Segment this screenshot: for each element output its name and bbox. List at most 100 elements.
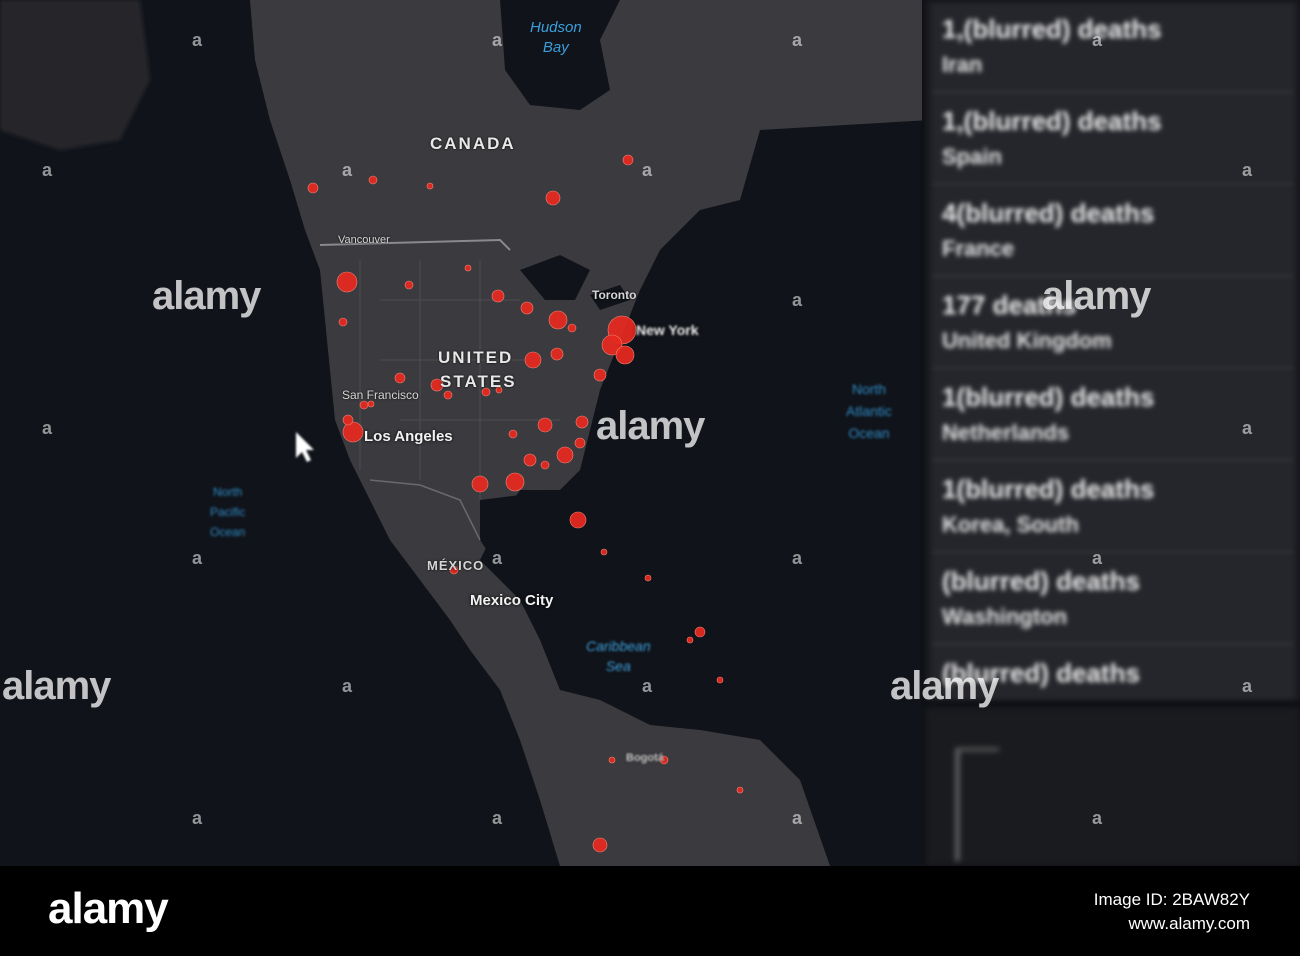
list-item[interactable]: 1(blurred) deaths Netherlands [932,372,1294,462]
toronto-label: Toronto [592,288,637,302]
watermark-mark: a [192,30,203,50]
watermark-mark: a [792,548,803,568]
case-hotspot[interactable] [443,390,453,400]
watermark-mark: a [1242,676,1253,696]
case-hotspot[interactable] [359,400,369,410]
north-atlantic-label: North Atlantic Ocean [846,381,892,441]
watermark-mark: a [642,676,653,696]
case-hotspot[interactable] [694,626,706,638]
list-item-name: Spain [942,144,1002,169]
san-francisco-label: San Francisco [342,388,419,402]
case-hotspot[interactable] [575,415,589,429]
watermark-mark: a [1242,160,1253,180]
footer-logo: alamy [48,884,169,933]
case-hotspot[interactable] [404,280,414,290]
case-hotspot[interactable] [556,446,574,464]
case-hotspot[interactable] [569,511,587,529]
case-hotspot[interactable] [505,472,525,492]
case-hotspot[interactable] [622,154,634,166]
new-york-label: New York [636,322,699,338]
case-hotspot[interactable] [336,271,358,293]
case-hotspot[interactable] [615,345,635,365]
watermark-logo: alamy [890,664,999,708]
case-hotspot[interactable] [540,460,550,470]
watermark-mark: a [792,30,803,50]
chart-axis [956,748,999,861]
case-hotspot[interactable] [394,372,406,384]
list-item[interactable]: 1,(blurred) deaths Spain [932,96,1294,186]
watermark-mark: a [1092,808,1103,828]
watermark-mark: a [492,548,503,568]
caribbean-sea-label: Caribbean Sea [586,638,651,674]
case-hotspot[interactable] [686,636,694,644]
case-hotspot[interactable] [593,368,607,382]
map-panel[interactable]: Hudson Bay CANADA Vancouver Toronto New Y… [0,0,922,866]
watermark-mark: a [192,548,203,568]
list-item-name: Netherlands [942,420,1070,445]
case-hotspot[interactable] [520,301,534,315]
case-hotspot[interactable] [567,323,577,333]
watermark-logo: alamy [152,274,261,318]
north-pacific-label: North Pacific Ocean [210,485,246,539]
case-hotspot[interactable] [600,548,608,556]
list-item[interactable]: 4(blurred) deaths France [932,188,1294,278]
canada-label: CANADA [430,134,516,153]
footer-image-id: Image ID: 2BAW82Y [1093,890,1250,909]
list-item-count: (blurred) deaths [942,566,1140,596]
watermark-mark: a [1092,30,1103,50]
case-hotspot[interactable] [592,837,608,853]
case-hotspot[interactable] [608,756,616,764]
case-hotspot[interactable] [716,676,724,684]
stats-list-panel[interactable]: 1,(blurred) deaths Iran 1,(blurred) deaths… [926,0,1300,700]
case-hotspot[interactable] [574,437,586,449]
footer-bar [0,866,1300,956]
list-item-count: 1(blurred) deaths [942,474,1155,504]
watermark-mark: a [42,160,53,180]
watermark-mark: a [492,30,503,50]
case-hotspot[interactable] [545,190,561,206]
list-item-count: 1,(blurred) deaths [942,14,1162,44]
case-hotspot[interactable] [471,475,489,493]
list-item-name: France [942,236,1015,261]
case-hotspot[interactable] [550,347,564,361]
list-item[interactable]: (blurred) deaths Washington [932,556,1294,646]
case-hotspot[interactable] [548,310,568,330]
mexico-city-label: Mexico City [470,592,554,609]
watermark-mark: a [1242,418,1253,438]
list-item[interactable]: 1,(blurred) deaths Iran [932,4,1294,94]
watermark-mark: a [642,160,653,180]
footer-url: www.alamy.com [1128,914,1250,933]
watermark-mark: a [42,418,53,438]
hudson-bay-label: Hudson Bay [530,19,582,56]
list-item-count: 4(blurred) deaths [942,198,1155,228]
case-hotspot[interactable] [644,574,652,582]
watermark-mark: a [792,808,803,828]
case-hotspot[interactable] [537,417,553,433]
watermark-mark: a [1092,548,1103,568]
case-hotspot[interactable] [342,414,354,426]
case-hotspot[interactable] [368,175,378,185]
list-item-name: United Kingdom [942,328,1112,353]
case-hotspot[interactable] [464,264,472,272]
watermark-mark: a [342,676,353,696]
case-hotspot[interactable] [342,421,364,443]
los-angeles-label: Los Angeles [364,428,453,445]
list-item[interactable]: 1(blurred) deaths Korea, South [932,464,1294,554]
case-hotspot[interactable] [508,429,518,439]
case-hotspot[interactable] [491,289,505,303]
us-label-line1: UNITED [438,348,514,367]
case-hotspot[interactable] [523,453,537,467]
case-hotspot[interactable] [736,786,744,794]
us-label-line2: STATES [440,372,517,391]
watermark-logo: alamy [1042,274,1151,318]
watermark-logo: alamy [596,404,705,448]
case-hotspot[interactable] [426,182,434,190]
case-hotspot[interactable] [307,182,319,194]
list-item-name: Washington [942,604,1068,629]
map-canvas[interactable] [0,0,922,866]
case-hotspot[interactable] [338,317,348,327]
bogota-label: Bogotá [626,752,664,764]
case-hotspot[interactable] [524,351,542,369]
list-item-count: 1,(blurred) deaths [942,106,1162,136]
watermark-mark: a [792,290,803,310]
